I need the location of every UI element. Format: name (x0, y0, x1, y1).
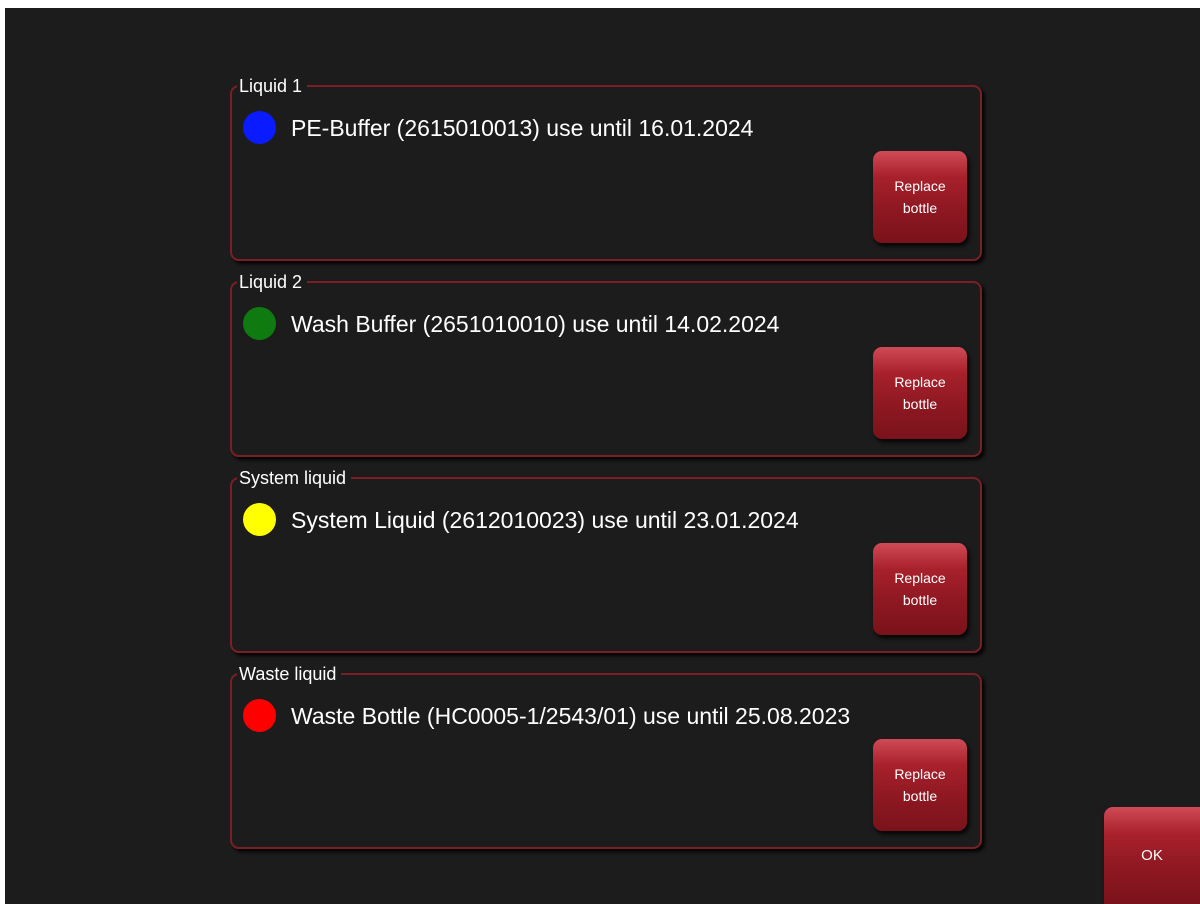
replace-bottle-button[interactable]: Replace bottle (873, 543, 967, 635)
status-dot-icon (243, 699, 276, 732)
status-dot-icon (243, 503, 276, 536)
status-dot-icon (243, 111, 276, 144)
waste-liquid-group: Waste liquid Waste Bottle (HC0005-1/2543… (230, 662, 982, 849)
liquid-1-group: Liquid 1 PE-Buffer (2615010013) use unti… (230, 74, 982, 261)
liquid-2-group: Liquid 2 Wash Buffer (2651010010) use un… (230, 270, 982, 457)
liquid-info-text: PE-Buffer (2615010013) use until 16.01.2… (291, 115, 754, 141)
group-title: Liquid 1 (237, 74, 308, 98)
liquid-info-text: System Liquid (2612010023) use until 23.… (291, 507, 799, 533)
group-title: Waste liquid (237, 662, 342, 686)
replace-bottle-button[interactable]: Replace bottle (873, 151, 967, 243)
replace-bottle-label: Replace bottle (894, 178, 946, 216)
replace-bottle-label: Replace bottle (894, 570, 946, 608)
liquid-info-text: Waste Bottle (HC0005-1/2543/01) use unti… (291, 703, 851, 729)
liquid-info-text: Wash Buffer (2651010010) use until 14.02… (291, 311, 780, 337)
status-dot-icon (243, 307, 276, 340)
group-title: Liquid 2 (237, 270, 308, 294)
replace-bottle-label: Replace bottle (894, 766, 946, 804)
ok-button[interactable]: OK (1104, 807, 1200, 904)
replace-bottle-label: Replace bottle (894, 374, 946, 412)
liquid-status-screen: Liquid 1 PE-Buffer (2615010013) use unti… (5, 8, 1200, 904)
replace-bottle-button[interactable]: Replace bottle (873, 347, 967, 439)
group-title: System liquid (237, 466, 352, 490)
system-liquid-group: System liquid System Liquid (2612010023)… (230, 466, 982, 653)
replace-bottle-button[interactable]: Replace bottle (873, 739, 967, 831)
